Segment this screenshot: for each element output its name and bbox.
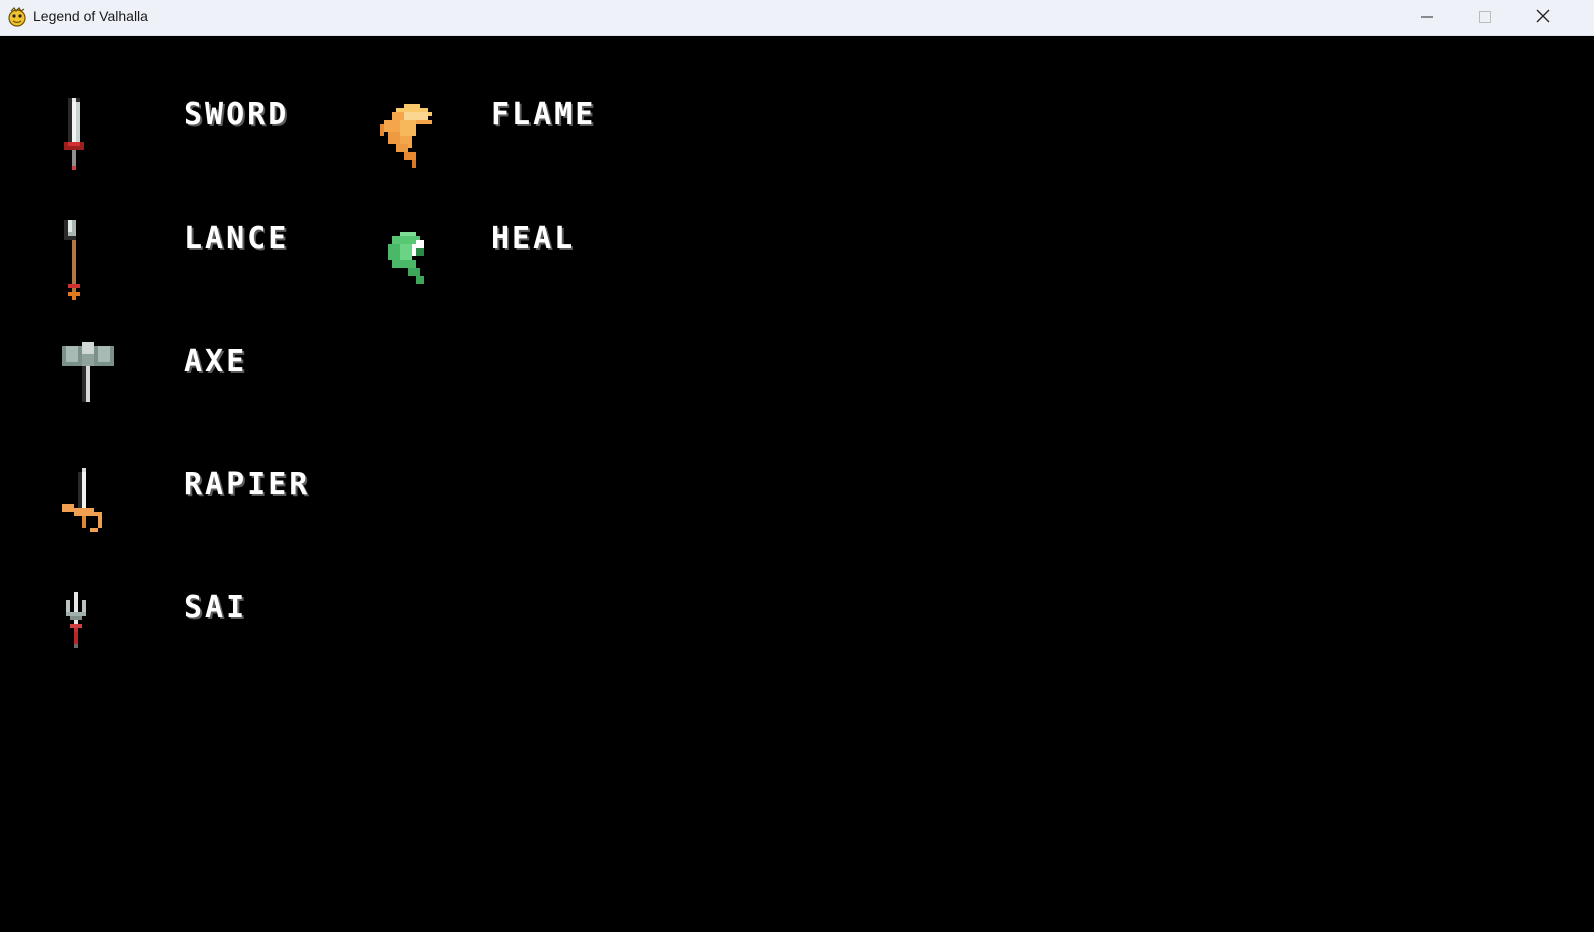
window-titlebar: Legend of Valhalla	[0, 0, 1594, 36]
weapon-label-axe: AXE	[184, 344, 248, 379]
sword-icon	[60, 98, 92, 174]
minimize-icon	[1421, 8, 1433, 27]
pygame-snake-icon	[7, 6, 27, 28]
minimize-button[interactable]	[1398, 0, 1456, 35]
game-canvas[interactable]: SWORD LANCE AXE RAPIER SAI FLAME HEAL	[0, 36, 1594, 932]
flame-icon	[380, 104, 436, 168]
heal-icon	[388, 232, 428, 284]
close-button[interactable]	[1514, 0, 1572, 35]
magic-label-flame: FLAME	[491, 97, 597, 132]
lance-icon	[60, 220, 88, 304]
weapon-label-rapier: RAPIER	[184, 467, 311, 502]
weapon-label-sword: SWORD	[184, 97, 290, 132]
close-icon	[1536, 8, 1550, 27]
sai-icon	[62, 592, 94, 652]
axe-icon	[62, 342, 114, 406]
window-title: Legend of Valhalla	[33, 8, 148, 24]
magic-label-heal: HEAL	[491, 221, 576, 256]
maximize-button[interactable]	[1456, 0, 1514, 35]
weapon-label-lance: LANCE	[184, 221, 290, 256]
weapon-label-sai: SAI	[184, 590, 248, 625]
maximize-icon	[1479, 8, 1491, 27]
rapier-icon	[62, 468, 106, 540]
